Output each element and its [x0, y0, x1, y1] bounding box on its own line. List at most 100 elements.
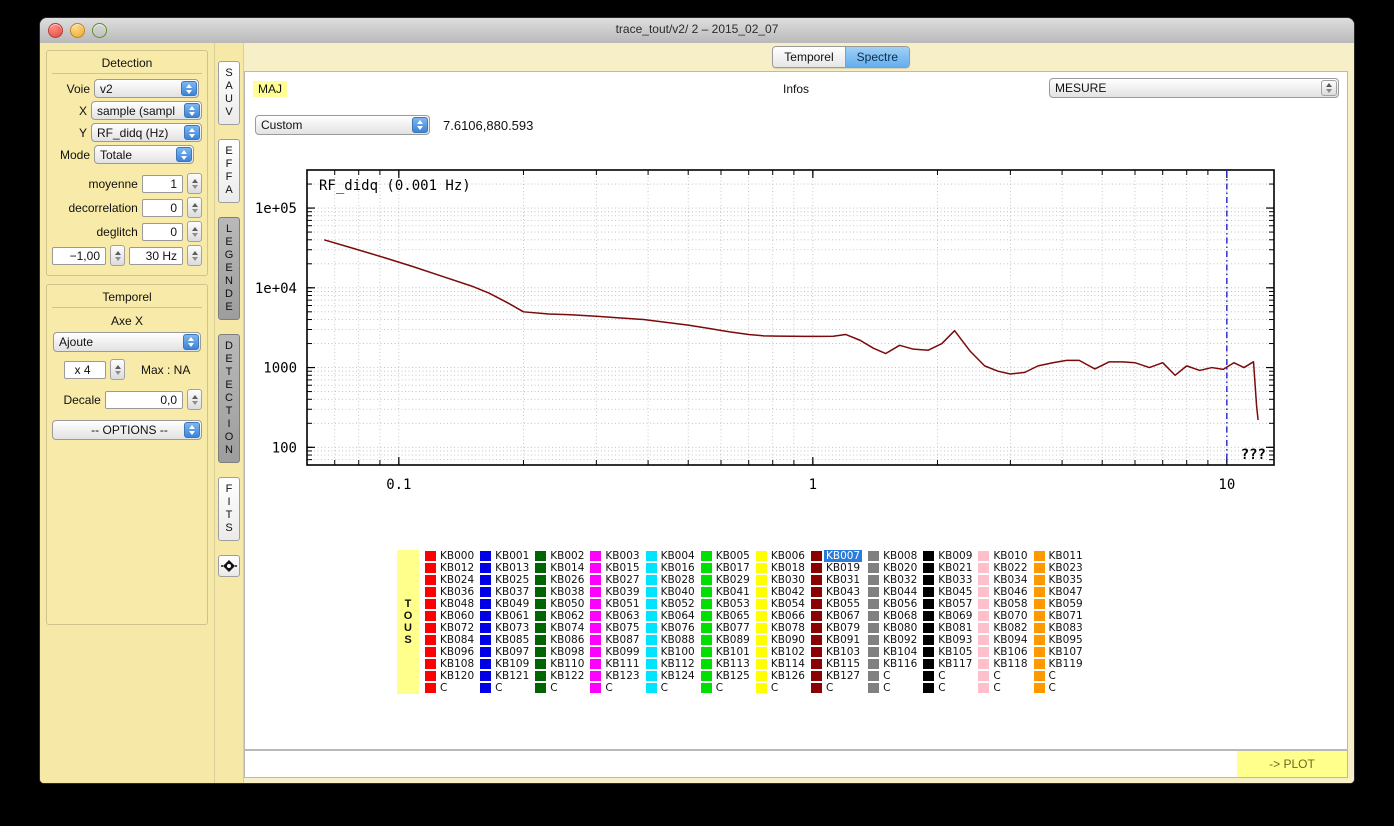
legend-color-swatch[interactable] [756, 671, 767, 681]
legend-item-label[interactable]: KB068 [883, 610, 917, 622]
legend-item[interactable]: KB006 [756, 550, 805, 562]
legend-color-swatch[interactable] [978, 611, 989, 621]
legend-item[interactable]: KB004 [646, 550, 695, 562]
legend-color-swatch[interactable] [1034, 683, 1045, 693]
legend-color-swatch[interactable] [978, 599, 989, 609]
legend-item[interactable]: KB003 [590, 550, 639, 562]
legend-item[interactable]: KB093 [923, 634, 972, 646]
legend-item-label[interactable]: C [883, 682, 890, 694]
legend-item-label[interactable]: KB049 [495, 598, 529, 610]
legend-color-swatch[interactable] [590, 551, 601, 561]
legend-item-label[interactable]: KB062 [550, 610, 584, 622]
legend-color-swatch[interactable] [425, 623, 436, 633]
legend-item[interactable]: KB100 [646, 646, 695, 658]
legend-color-swatch[interactable] [811, 575, 822, 585]
legend-item-label[interactable]: KB080 [883, 622, 917, 634]
legend-item[interactable]: KB072 [425, 622, 474, 634]
legend-item-label[interactable]: KB075 [605, 622, 639, 634]
legend-color-swatch[interactable] [590, 563, 601, 573]
legend-item[interactable]: KB060 [425, 610, 474, 622]
legend-color-swatch[interactable] [425, 611, 436, 621]
legend-item-label[interactable]: KB104 [883, 646, 917, 658]
legend-color-swatch[interactable] [701, 611, 712, 621]
mesure-select[interactable]: MESURE [1049, 78, 1339, 98]
tous-button[interactable]: TOUS [397, 550, 419, 694]
legend-item-label[interactable]: KB054 [771, 598, 805, 610]
legend-item-label[interactable]: KB038 [550, 586, 584, 598]
legend-item-label[interactable]: KB127 [826, 670, 860, 682]
legend-color-swatch[interactable] [590, 671, 601, 681]
y-select[interactable]: RF_didq (Hz) [91, 123, 202, 142]
legend-color-swatch[interactable] [590, 599, 601, 609]
legend-color-swatch[interactable] [701, 683, 712, 693]
legend-item-label[interactable]: KB020 [883, 562, 917, 574]
legend-color-swatch[interactable] [923, 647, 934, 657]
legend-item-label[interactable]: KB019 [826, 562, 860, 574]
legend-item-label[interactable]: KB113 [716, 658, 750, 670]
legend-color-swatch[interactable] [923, 683, 934, 693]
legend-item[interactable]: KB037 [480, 586, 529, 598]
legend-color-swatch[interactable] [868, 659, 879, 669]
legend-item[interactable]: KB053 [701, 598, 750, 610]
legend-item-label[interactable]: KB093 [938, 634, 972, 646]
legend-color-swatch[interactable] [978, 659, 989, 669]
legend-item-label[interactable]: C [661, 682, 668, 694]
legend-color-swatch[interactable] [811, 683, 822, 693]
legend-item-label[interactable]: KB096 [440, 646, 474, 658]
legend-item[interactable]: KB110 [535, 658, 584, 670]
legend-item[interactable]: KB026 [535, 574, 584, 586]
legend-item[interactable]: KB109 [480, 658, 529, 670]
legend-color-swatch[interactable] [756, 623, 767, 633]
legend-color-swatch[interactable] [480, 611, 491, 621]
legend-item[interactable]: KB074 [535, 622, 584, 634]
legend-item[interactable]: KB048 [425, 598, 474, 610]
legend-item[interactable]: KB101 [701, 646, 750, 658]
legend-item[interactable]: KB049 [480, 598, 529, 610]
legend-item-label[interactable]: KB064 [661, 610, 695, 622]
legend-item[interactable]: KB065 [701, 610, 750, 622]
legend-color-swatch[interactable] [590, 575, 601, 585]
legend-item-label[interactable]: KB103 [826, 646, 860, 658]
legend-item[interactable]: KB124 [646, 670, 695, 682]
legend-item[interactable]: KB098 [535, 646, 584, 658]
legend-color-swatch[interactable] [811, 611, 822, 621]
multiplier-stepper[interactable] [110, 359, 125, 380]
legend-color-swatch[interactable] [646, 599, 657, 609]
mode-select[interactable]: Totale [94, 145, 194, 164]
window-title-bar[interactable]: trace_tout/v2/ 2 – 2015_02_07 [40, 18, 1354, 44]
legend-item[interactable]: KB086 [535, 634, 584, 646]
threshold-stepper[interactable] [110, 245, 125, 266]
legend-item[interactable]: C [756, 682, 805, 694]
legend-item[interactable]: KB084 [425, 634, 474, 646]
legend-item-label[interactable]: KB056 [883, 598, 917, 610]
legend-item[interactable]: KB047 [1034, 586, 1083, 598]
legend-item-label[interactable]: C [495, 682, 502, 694]
legend-color-swatch[interactable] [425, 659, 436, 669]
legend-color-swatch[interactable] [868, 611, 879, 621]
legend-item[interactable]: KB044 [868, 586, 917, 598]
legend-color-swatch[interactable] [480, 623, 491, 633]
legend-item-label[interactable]: KB071 [1049, 610, 1083, 622]
legend-item[interactable]: KB028 [646, 574, 695, 586]
legend-item[interactable]: KB012 [425, 562, 474, 574]
legend-item[interactable]: KB066 [756, 610, 805, 622]
legend-item[interactable]: KB029 [701, 574, 750, 586]
legend-color-swatch[interactable] [535, 587, 546, 597]
chevron-updown-icon[interactable] [412, 117, 428, 133]
legend-color-swatch[interactable] [535, 551, 546, 561]
legend-item-label[interactable]: KB036 [440, 586, 474, 598]
legend-item[interactable]: KB115 [811, 658, 862, 670]
legend-item[interactable]: C [1034, 682, 1083, 694]
legend-item[interactable]: KB090 [756, 634, 805, 646]
plot-button[interactable]: -> PLOT [1237, 751, 1347, 777]
legend-item[interactable]: KB080 [868, 622, 917, 634]
sidebar-item-sauv[interactable]: SAUV [218, 61, 240, 125]
chevron-updown-icon[interactable] [176, 147, 192, 162]
legend-item-label[interactable]: KB044 [883, 586, 917, 598]
spectrum-plot[interactable]: 0.111010010001e+041e+05RF_didq (0.001 Hz… [252, 160, 1287, 500]
legend-item[interactable]: KB099 [590, 646, 639, 658]
legend-item[interactable]: KB081 [923, 622, 972, 634]
legend-item-label[interactable]: C [938, 670, 945, 682]
legend-color-swatch[interactable] [1034, 575, 1045, 585]
legend-item[interactable]: KB063 [590, 610, 639, 622]
